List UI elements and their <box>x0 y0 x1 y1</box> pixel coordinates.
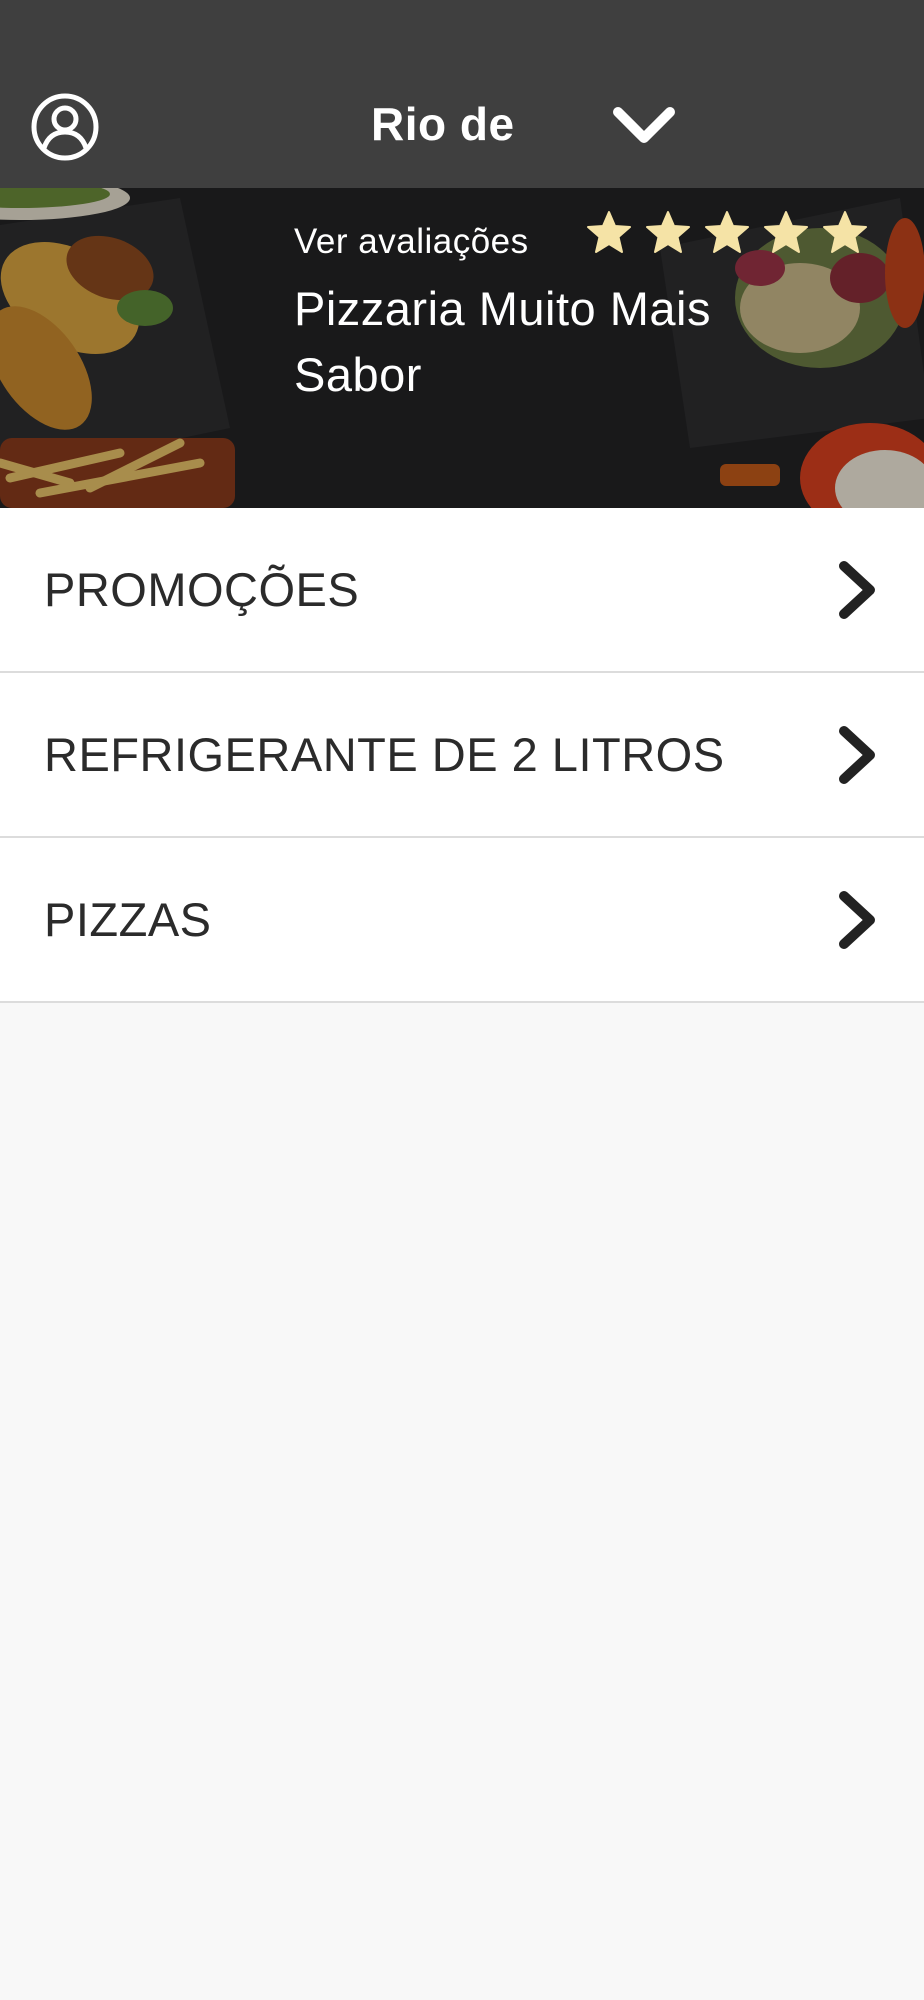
category-label: PIZZAS <box>44 893 212 946</box>
chevron-down-icon <box>613 107 675 143</box>
category-item[interactable]: PROMOÇÕES <box>0 508 924 673</box>
star-icon <box>761 208 811 258</box>
see-reviews-link[interactable]: Ver avaliações <box>294 222 529 262</box>
city-dropdown-button[interactable] <box>610 100 678 150</box>
app-header: Rio de <box>0 0 924 188</box>
city-selector-label[interactable]: Rio de <box>371 94 515 154</box>
star-icon <box>820 208 870 258</box>
restaurant-name: Pizzaria Muito Mais Sabor <box>294 282 711 401</box>
star-icon <box>643 208 693 258</box>
category-label: REFRIGERANTE DE 2 LITROS <box>44 728 725 781</box>
star-icon <box>702 208 752 258</box>
chevron-right-icon <box>832 888 882 952</box>
star-icon <box>584 208 634 258</box>
chevron-right-icon <box>832 558 882 622</box>
user-circle-icon <box>31 93 99 161</box>
category-label: PROMOÇÕES <box>44 563 360 616</box>
restaurant-banner: Ver avaliações Pizzaria Muito Mais Sabor <box>0 188 924 508</box>
chevron-right-icon <box>832 723 882 787</box>
category-item[interactable]: REFRIGERANTE DE 2 LITROS <box>0 673 924 838</box>
category-list: PROMOÇÕES REFRIGERANTE DE 2 LITROS PIZZA… <box>0 508 924 1003</box>
profile-button[interactable] <box>30 92 100 162</box>
category-item[interactable]: PIZZAS <box>0 838 924 1003</box>
rating-stars[interactable] <box>584 208 879 258</box>
